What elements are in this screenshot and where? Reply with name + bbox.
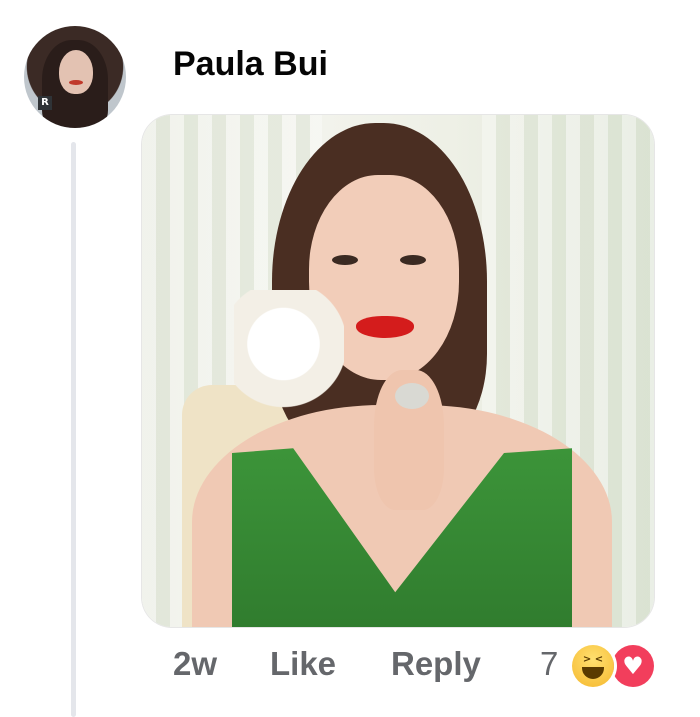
realtor-badge-icon: R: [38, 96, 52, 110]
love-icon[interactable]: ♥: [612, 645, 654, 687]
photo-red-lips: [356, 316, 414, 338]
photo-ring: [395, 383, 429, 409]
haha-icon[interactable]: > <: [572, 645, 614, 687]
photo-white-flower: [234, 290, 344, 410]
haha-mouth: [582, 667, 604, 679]
avatar-face: [59, 50, 93, 94]
comment-photo[interactable]: [142, 115, 654, 627]
like-button[interactable]: Like: [270, 645, 336, 683]
reaction-count[interactable]: 7: [540, 645, 558, 683]
author-avatar[interactable]: R: [24, 26, 126, 128]
comment-actions: 2w Like Reply 7 > < ♥: [0, 645, 700, 689]
avatar-mouth: [69, 80, 83, 85]
photo-left-eye: [332, 255, 358, 265]
love-heart: ♥: [622, 652, 644, 680]
haha-eyes: > <: [582, 654, 604, 665]
photo-right-eye: [400, 255, 426, 265]
reply-button[interactable]: Reply: [391, 645, 481, 683]
comment-author-name[interactable]: Paula Bui: [173, 45, 328, 84]
thread-line: [71, 142, 76, 717]
comment-timestamp[interactable]: 2w: [173, 645, 217, 683]
